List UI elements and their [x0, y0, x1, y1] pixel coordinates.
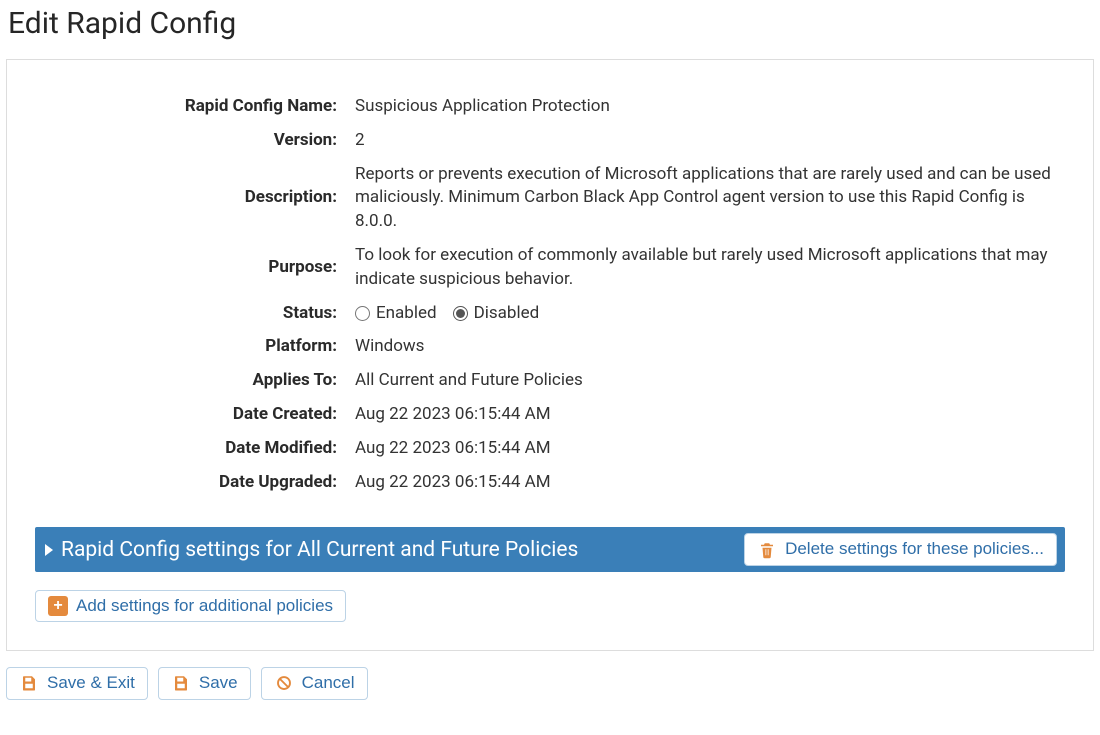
value-date-modified: Aug 22 2023 06:15:44 AM [355, 432, 1065, 466]
delete-settings-button[interactable]: Delete settings for these policies... [744, 533, 1057, 565]
action-row: Save & Exit Save Cancel [6, 667, 1094, 699]
value-date-created: Aug 22 2023 06:15:44 AM [355, 398, 1065, 432]
settings-bar[interactable]: Rapid Config settings for All Current an… [35, 527, 1065, 571]
plus-icon: + [48, 596, 68, 616]
cancel-button[interactable]: Cancel [261, 667, 368, 699]
value-applies-to: All Current and Future Policies [355, 364, 1065, 398]
config-panel: Rapid Config Name: Suspicious Applicatio… [6, 59, 1094, 651]
trash-icon [757, 540, 777, 560]
label-platform: Platform: [35, 330, 355, 364]
label-date-modified: Date Modified: [35, 432, 355, 466]
save-icon [19, 673, 39, 693]
label-version: Version: [35, 124, 355, 158]
save-button[interactable]: Save [158, 667, 251, 699]
field-table: Rapid Config Name: Suspicious Applicatio… [35, 90, 1065, 499]
value-purpose: To look for execution of commonly availa… [355, 239, 1065, 297]
add-settings-label: Add settings for additional policies [76, 596, 333, 616]
save-exit-button[interactable]: Save & Exit [6, 667, 148, 699]
value-date-upgraded: Aug 22 2023 06:15:44 AM [355, 466, 1065, 500]
label-date-created: Date Created: [35, 398, 355, 432]
cancel-label: Cancel [302, 673, 355, 693]
save-exit-label: Save & Exit [47, 673, 135, 693]
status-disabled-label: Disabled [474, 302, 540, 326]
label-date-upgraded: Date Upgraded: [35, 466, 355, 500]
status-enabled-option[interactable]: Enabled [355, 302, 437, 326]
status-enabled-label: Enabled [376, 302, 437, 326]
label-name: Rapid Config Name: [35, 90, 355, 124]
status-radio-group: Enabled Disabled [355, 302, 1065, 326]
page-title: Edit Rapid Config [8, 6, 1094, 41]
save-icon [171, 673, 191, 693]
status-disabled-option[interactable]: Disabled [453, 302, 540, 326]
caret-right-icon [45, 544, 53, 556]
value-platform: Windows [355, 330, 1065, 364]
value-name: Suspicious Application Protection [355, 90, 1065, 124]
value-description: Reports or prevents execution of Microso… [355, 158, 1065, 239]
label-status: Status: [35, 297, 355, 331]
status-enabled-radio[interactable] [355, 306, 370, 321]
label-purpose: Purpose: [35, 239, 355, 297]
save-label: Save [199, 673, 238, 693]
value-version: 2 [355, 124, 1065, 158]
settings-bar-title: Rapid Config settings for All Current an… [61, 538, 578, 562]
delete-settings-label: Delete settings for these policies... [785, 539, 1044, 559]
add-settings-button[interactable]: + Add settings for additional policies [35, 590, 346, 622]
cancel-icon [274, 673, 294, 693]
status-disabled-radio[interactable] [453, 306, 468, 321]
label-description: Description: [35, 158, 355, 239]
label-applies-to: Applies To: [35, 364, 355, 398]
